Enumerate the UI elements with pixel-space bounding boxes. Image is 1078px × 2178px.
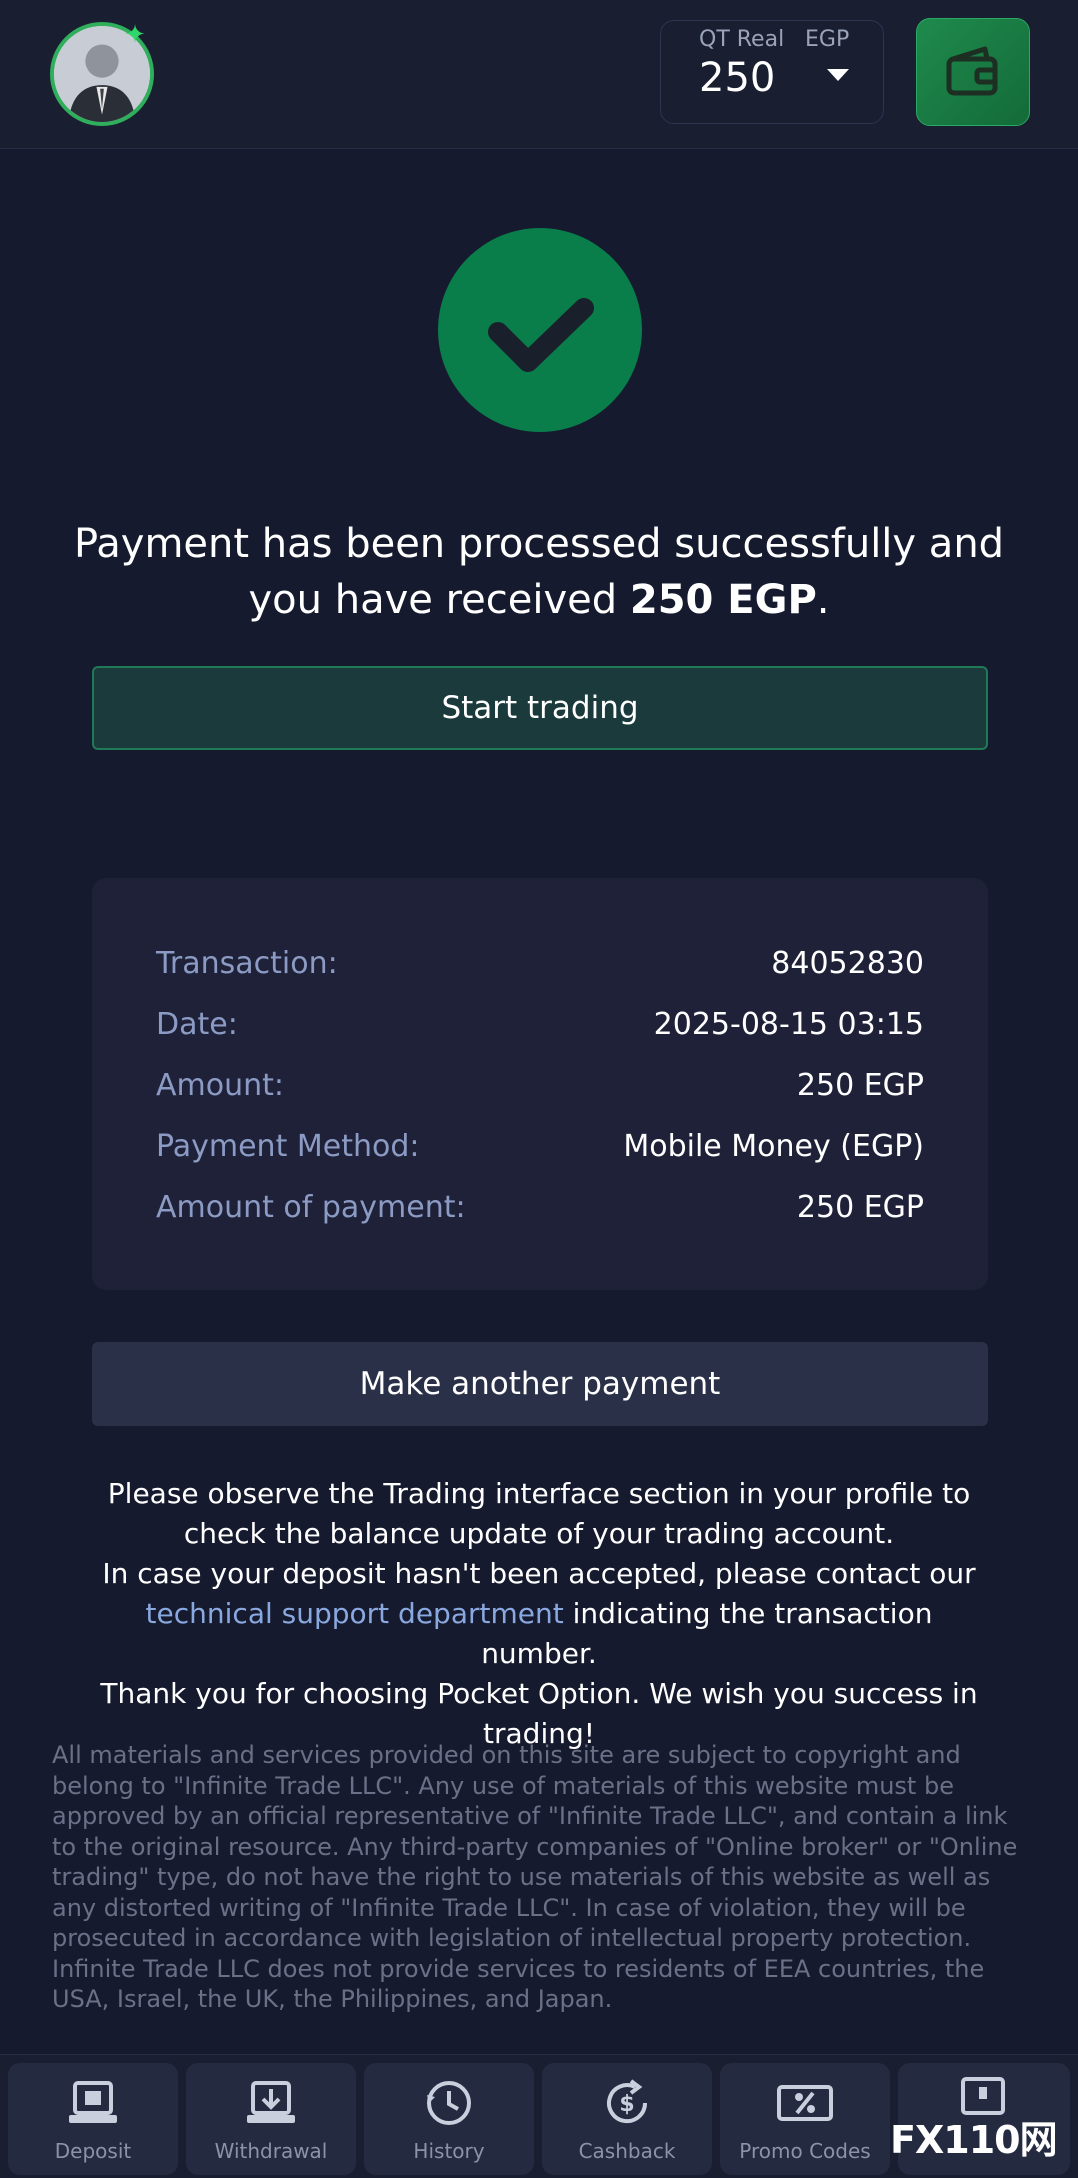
wallet-icon — [946, 46, 998, 96]
legal-copyright-text: All materials and services provided on t… — [52, 1741, 1018, 1952]
success-message-suffix: . — [816, 577, 830, 623]
account-currency-label: EGP — [805, 27, 850, 52]
account-type-label: QT Real — [699, 27, 785, 52]
history-icon — [427, 2081, 471, 2125]
nav-item-cashback[interactable]: $ Cashback — [542, 2063, 712, 2175]
detail-row-payment-method: Payment Method: Mobile Money (EGP) — [156, 1123, 924, 1171]
detail-value: 84052830 — [771, 946, 924, 981]
detail-value: 250 EGP — [796, 1190, 924, 1225]
detail-row-amount-of-payment: Amount of payment: 250 EGP — [156, 1184, 924, 1232]
transaction-details-card: Transaction: 84052830 Date: 2025-08-15 0… — [92, 878, 988, 1290]
svg-text:$: $ — [619, 2092, 634, 2117]
success-check-badge — [438, 228, 642, 432]
detail-value: 250 EGP — [796, 1068, 924, 1103]
nav-item-promo-codes[interactable]: Promo Codes — [720, 2063, 890, 2175]
success-message: Payment has been processed successfully … — [60, 516, 1018, 628]
nav-label: Promo Codes — [739, 2139, 871, 2163]
caret-down-icon[interactable] — [827, 69, 849, 81]
nav-label: Cashback — [578, 2139, 676, 2163]
fx110-watermark-logo: FX110网 — [890, 2118, 1058, 2162]
nav-item-withdrawal[interactable]: Withdrawal — [186, 2063, 356, 2175]
nav-item-deposit[interactable]: Deposit — [8, 2063, 178, 2175]
promo-codes-icon — [777, 2085, 833, 2121]
status-sparkle-icon: ✦ — [124, 20, 146, 50]
nav-label: Withdrawal — [214, 2139, 328, 2163]
legal-residency-text: Infinite Trade LLC does not provide serv… — [52, 1954, 985, 2014]
detail-label: Transaction: — [156, 946, 338, 981]
wallet-button[interactable] — [916, 18, 1030, 126]
account-balance-value: 250 — [699, 55, 776, 101]
detail-row-amount: Amount: 250 EGP — [156, 1062, 924, 1110]
info-line-contact: In case your deposit hasn't been accepte… — [102, 1557, 976, 1590]
make-another-payment-button[interactable]: Make another payment — [92, 1342, 988, 1426]
account-balance-selector[interactable]: QT Real EGP 250 — [660, 20, 884, 124]
deposit-icon — [69, 2081, 117, 2123]
detail-row-transaction: Transaction: 84052830 — [156, 940, 924, 988]
deposit-info-text: Please observe the Trading interface sec… — [90, 1474, 988, 1754]
success-message-text: Payment has been processed successfully … — [73, 521, 1005, 623]
detail-label: Date: — [156, 1007, 238, 1042]
detail-label: Payment Method: — [156, 1129, 420, 1164]
nav-label: Deposit — [54, 2139, 132, 2163]
top-bar: ✦ QT Real EGP 250 — [0, 0, 1078, 149]
withdrawal-icon — [247, 2081, 295, 2123]
detail-label: Amount: — [156, 1068, 284, 1103]
technical-support-link[interactable]: technical support department — [146, 1597, 564, 1630]
info-line-balance-update: Please observe the Trading interface sec… — [107, 1477, 971, 1550]
nav-item-history[interactable]: History — [364, 2063, 534, 2175]
checkmark-icon — [488, 298, 594, 372]
success-amount: 250 EGP — [629, 577, 817, 623]
legal-disclaimer: All materials and services provided on t… — [52, 1740, 1032, 2015]
detail-row-date: Date: 2025-08-15 03:15 — [156, 1001, 924, 1049]
bottom-navigation: Deposit Withdrawal History $ Cashback Pr… — [0, 2054, 1078, 2178]
start-trading-button[interactable]: Start trading — [92, 666, 988, 750]
detail-value: Mobile Money (EGP) — [623, 1129, 924, 1164]
cashback-icon: $ — [607, 2079, 648, 2124]
detail-label: Amount of payment: — [156, 1190, 466, 1225]
detail-value: 2025-08-15 03:15 — [653, 1007, 924, 1042]
nav-label: History — [413, 2139, 485, 2163]
